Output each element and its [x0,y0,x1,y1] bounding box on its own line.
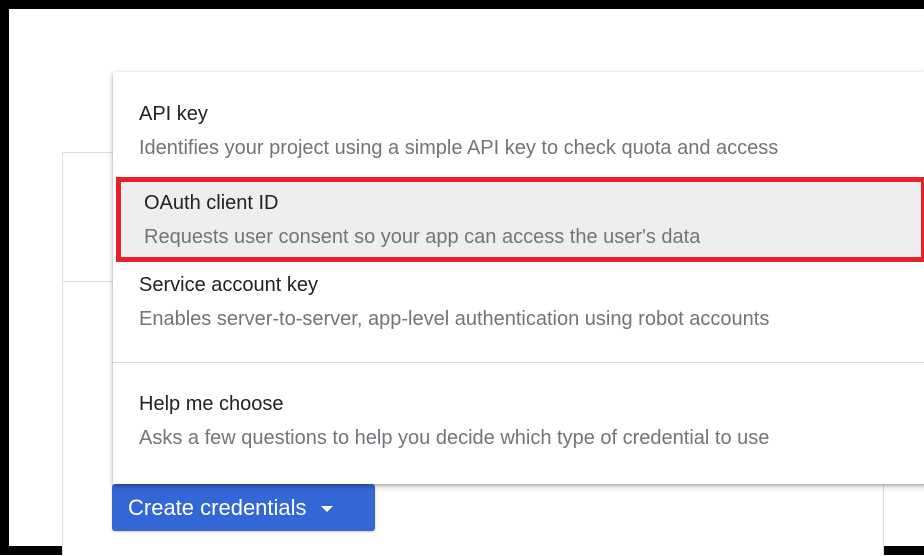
background-divider [62,281,114,282]
menu-item-service-account-key[interactable]: Service account key Enables server-to-se… [113,273,924,353]
menu-item-api-key[interactable]: API key Identifies your project using a … [113,102,924,182]
credentials-dropdown-menu: API key Identifies your project using a … [113,72,924,484]
menu-item-title: OAuth client ID [144,192,279,214]
menu-item-description: Identifies your project using a simple A… [139,137,779,159]
menu-item-help-me-choose[interactable]: Help me choose Asks a few questions to h… [113,392,924,472]
menu-item-title: API key [139,103,208,125]
screenshot-frame: Create credentials API key Identifies yo… [0,0,924,556]
menu-item-description: Requests user consent so your app can ac… [144,226,701,248]
menu-item-description: Asks a few questions to help you decide … [139,427,770,449]
create-credentials-label: Create credentials [128,494,307,520]
menu-item-oauth-client-id[interactable]: OAuth client ID Requests user consent so… [116,177,924,262]
caret-down-icon [320,505,333,512]
menu-item-title: Service account key [139,274,318,296]
create-credentials-button[interactable]: Create credentials [112,484,375,531]
menu-divider [113,362,924,363]
menu-item-description: Enables server-to-server, app-level auth… [139,308,770,330]
menu-item-title: Help me choose [139,393,284,415]
